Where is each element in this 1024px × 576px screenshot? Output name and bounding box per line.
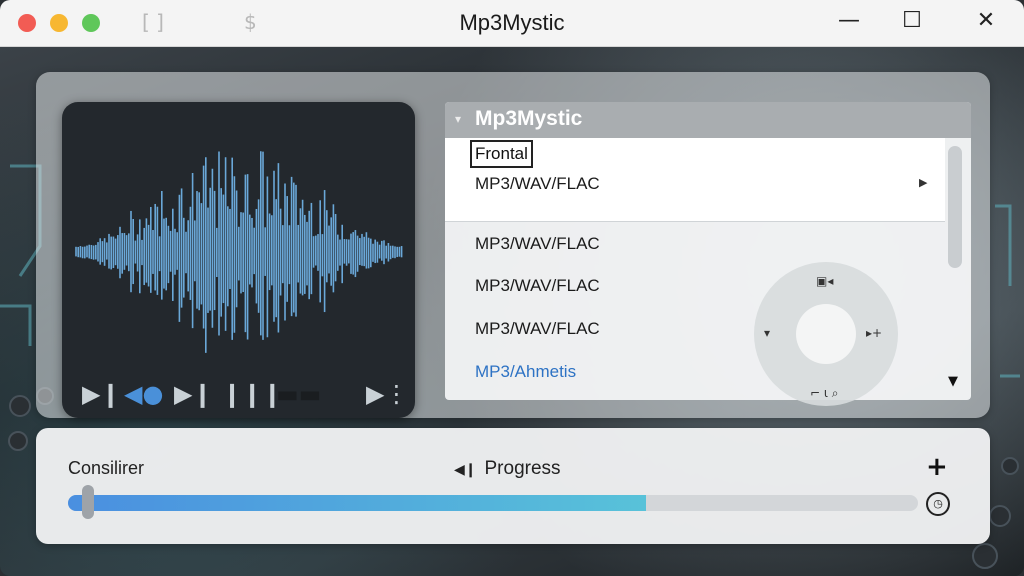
list-item[interactable]: MP3/WAV/FLAC [475,174,600,194]
seek-pill-icon[interactable]: ▬▬ [276,380,321,408]
scroll-down-arrow-icon[interactable]: ▼ [948,374,958,389]
progress-panel: Consilirer ◀❙ Progress + ◷ [36,428,990,544]
maximize-button[interactable]: ☐ [897,8,927,33]
level-icon[interactable]: ❙❙❙ [222,380,282,408]
list-header-title: Mp3Mystic [475,107,583,130]
waveform-panel [62,102,415,418]
wheel-center-button[interactable] [796,304,856,364]
add-icon[interactable]: + [926,452,948,482]
minimize-button[interactable]: — [834,8,864,33]
camera-icon[interactable]: ▣◂ [816,274,833,288]
list-item[interactable]: MP3/WAV/FLAC [475,234,600,254]
list-item[interactable]: MP3/WAV/FLAC [475,319,600,339]
selected-item[interactable]: Frontal [470,140,533,168]
list-item[interactable]: MP3/WAV/FLAC [475,276,600,296]
submenu-arrow-icon[interactable]: ▶ [919,176,927,189]
scrollbar-thumb[interactable] [948,146,962,268]
progress-label: Progress [484,458,561,479]
close-button[interactable]: ✕ [971,8,1001,33]
search-icon[interactable]: ⌐ ι ⌕ [810,386,838,401]
skip-icon[interactable]: ▶❙ [174,380,213,408]
list-header[interactable]: ▾ Mp3Mystic [445,102,971,138]
list-item-link[interactable]: MP3/Ahmetis [475,362,576,382]
forward-plus-icon[interactable]: ▸+ [866,326,882,340]
volume-icon[interactable]: ◀● [124,380,163,408]
queue-icon[interactable]: ▶⋮ [366,380,408,408]
app-window: [ ] $ Mp3Mystic — ☐ ✕ ▶❙ ◀● ▶❙ ❙❙❙ ▬▬ ▶⋮… [0,0,1024,576]
rewind-icon[interactable]: ◀❙ [454,461,477,477]
window-title: Mp3Mystic [459,10,565,35]
progress-track[interactable] [68,495,918,511]
waveform-graphic [75,151,403,353]
left-label: Consilirer [68,458,145,478]
title-bar: [ ] $ Mp3Mystic — ☐ ✕ [0,0,1024,47]
play-next-icon[interactable]: ▶❙ [82,380,121,408]
progress-heading: ◀❙ Progress [454,458,561,480]
timer-icon[interactable]: ◷ [926,492,950,516]
progress-fill [68,495,646,511]
collapse-caret-icon[interactable]: ▾ [455,112,461,126]
control-wheel[interactable]: ▣◂ ▾ ▸+ ⌐ ι ⌕ [754,262,898,406]
down-arrow-icon[interactable]: ▾ [764,326,770,340]
progress-slider-thumb[interactable] [82,485,94,519]
divider [445,221,945,222]
